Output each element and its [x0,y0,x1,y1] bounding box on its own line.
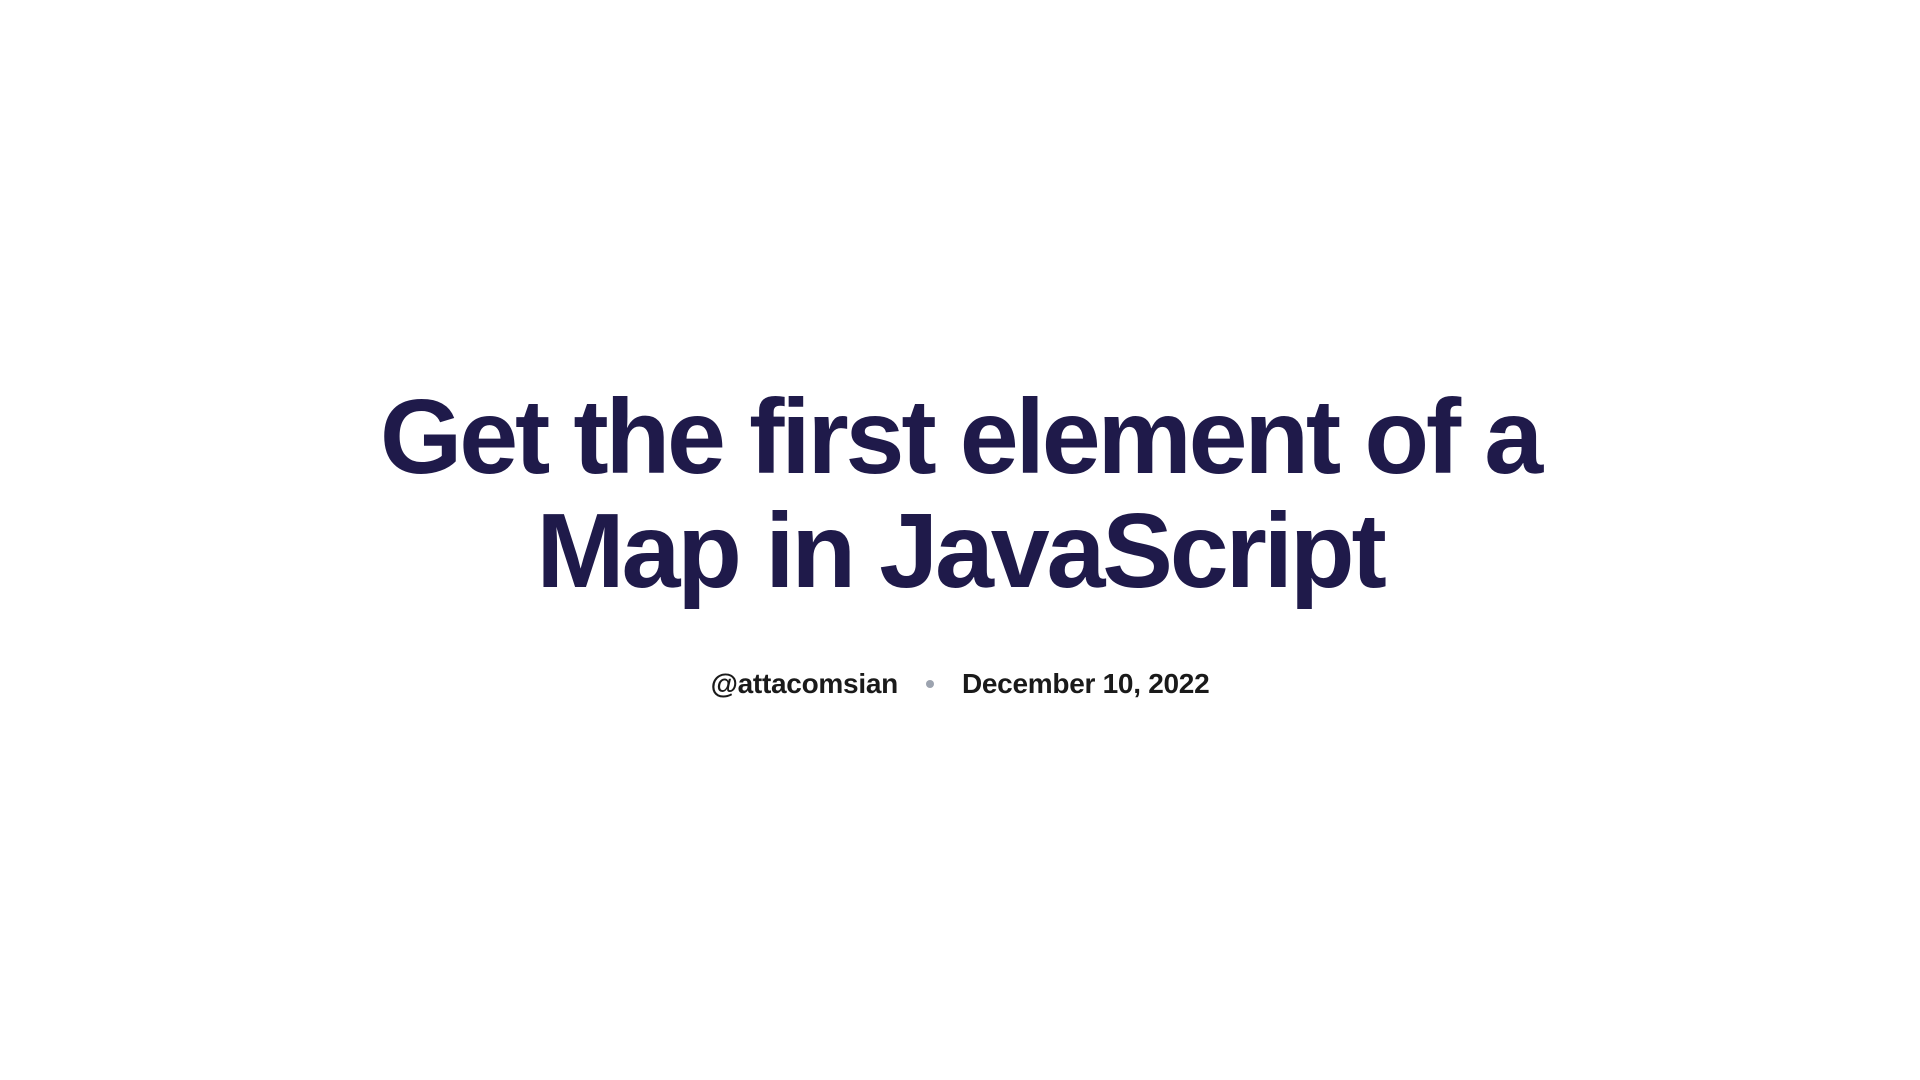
author-handle[interactable]: @attacomsian [711,668,898,700]
article-header: Get the first element of a Map in JavaSc… [310,380,1610,701]
article-meta: @attacomsian December 10, 2022 [350,668,1570,700]
publish-date: December 10, 2022 [962,668,1209,700]
separator-dot-icon [926,680,934,688]
article-title: Get the first element of a Map in JavaSc… [350,380,1570,609]
